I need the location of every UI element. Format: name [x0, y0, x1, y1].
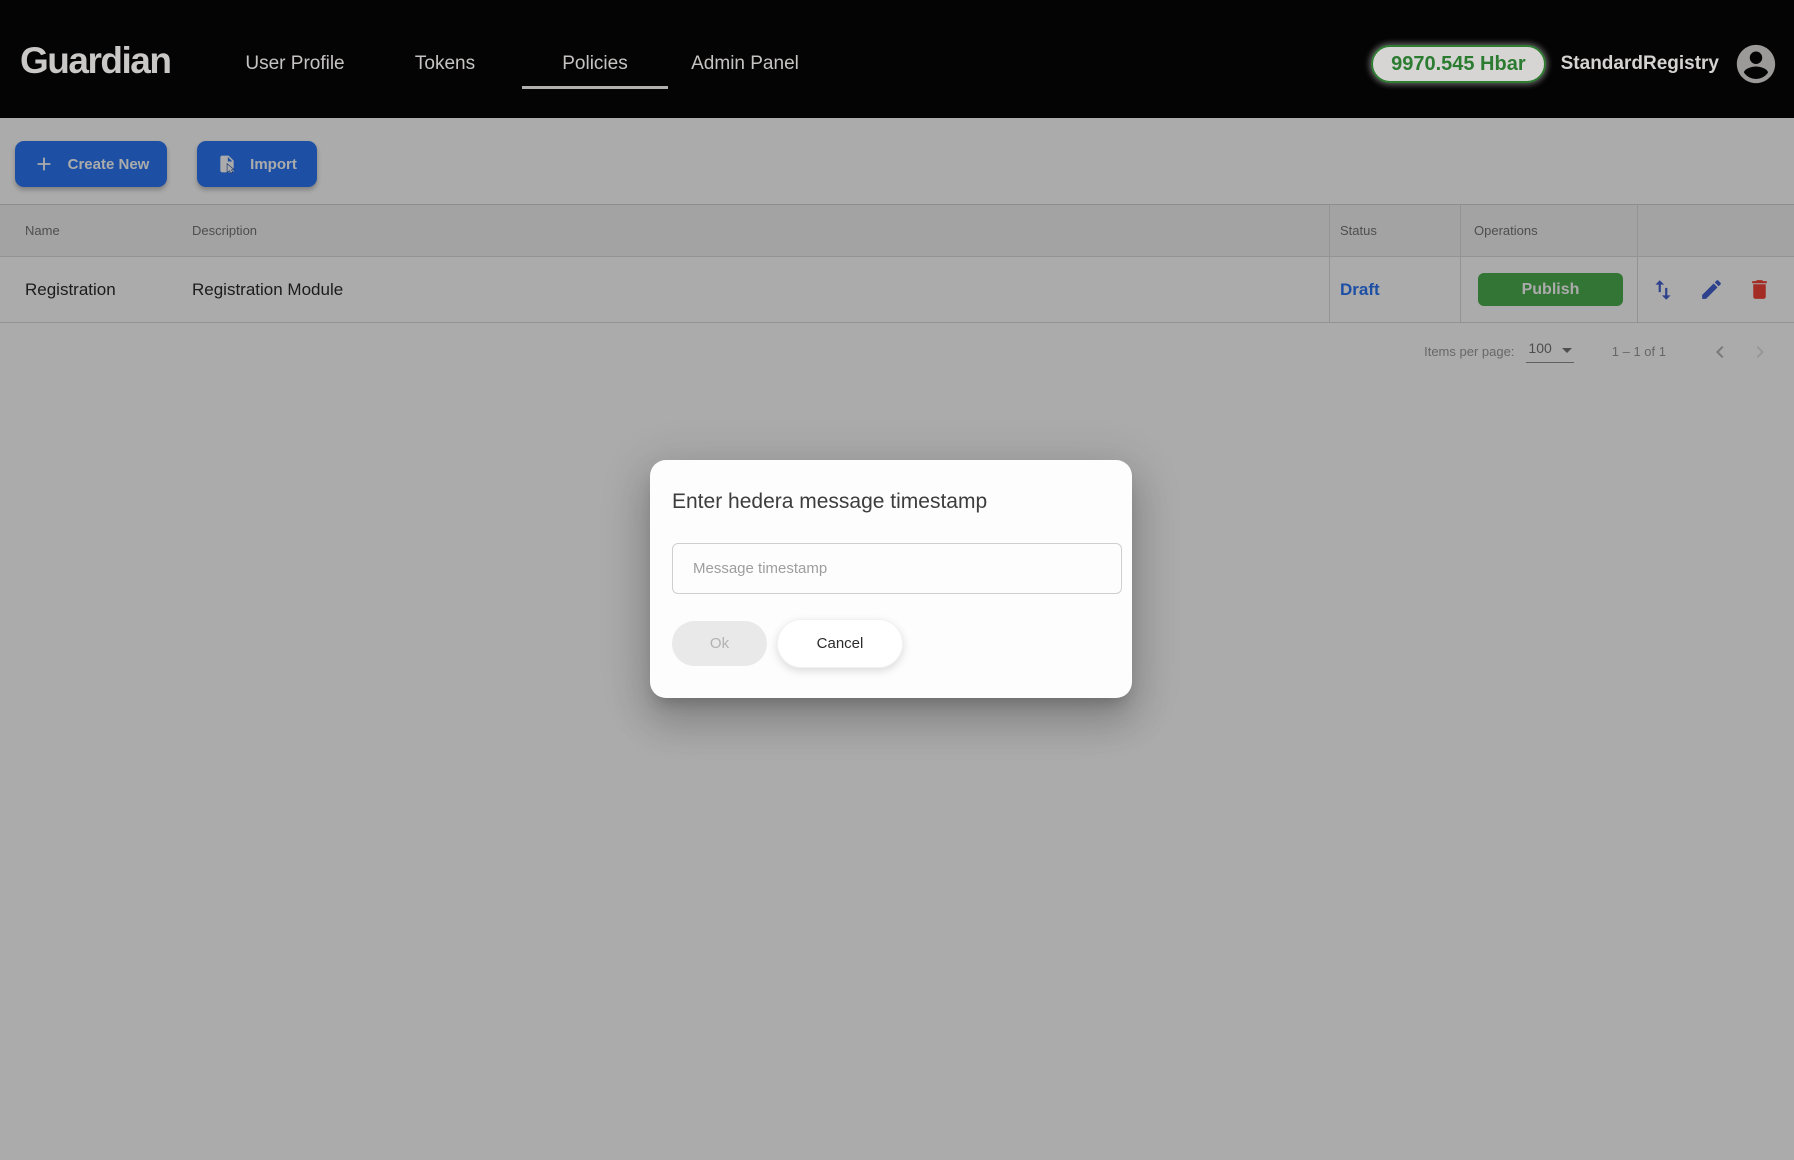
ok-button[interactable]: Ok — [672, 621, 767, 666]
hbar-balance-badge: 9970.545 Hbar — [1371, 45, 1546, 83]
tab-policies[interactable]: Policies — [520, 40, 670, 88]
dialog-title: Enter hedera message timestamp — [672, 490, 1110, 514]
app-header: Guardian User Profile Tokens Policies Ad… — [0, 0, 1794, 118]
message-timestamp-input[interactable] — [672, 543, 1122, 594]
dialog-actions: Ok Cancel — [672, 619, 1110, 668]
tab-tokens[interactable]: Tokens — [370, 40, 520, 88]
guardian-logo: Guardian — [20, 40, 170, 82]
header-user-area: 9970.545 Hbar StandardRegistry — [1371, 0, 1779, 128]
timestamp-dialog: Enter hedera message timestamp Ok Cancel — [650, 460, 1132, 698]
account-avatar-icon[interactable] — [1733, 41, 1779, 87]
cancel-button[interactable]: Cancel — [777, 619, 903, 668]
tab-user-profile[interactable]: User Profile — [220, 40, 370, 88]
tab-admin-panel[interactable]: Admin Panel — [670, 40, 820, 88]
main-nav: User Profile Tokens Policies Admin Panel — [220, 40, 820, 88]
username-label: StandardRegistry — [1561, 53, 1719, 75]
